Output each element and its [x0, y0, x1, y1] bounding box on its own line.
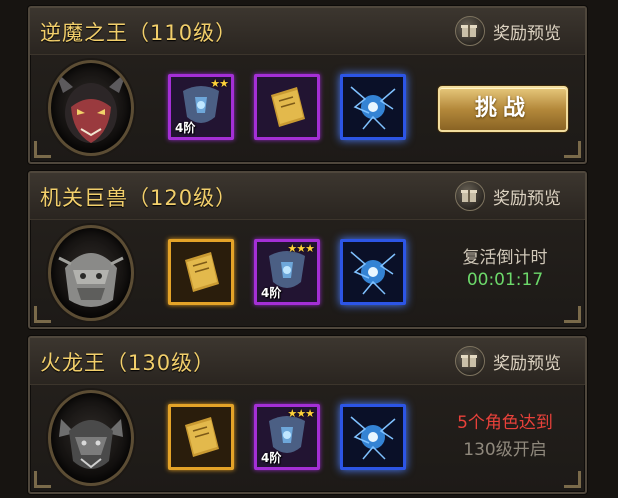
gift-box-icon	[455, 181, 485, 211]
reward-preview-label: 奖励预览	[493, 188, 561, 209]
boss-panel-fire-dragon-king: 火龙王（130级） 奖励预览 ★★★ 4阶 5个角色达到 130级开启	[28, 336, 587, 494]
boss-list: 逆魔之王（110级） 奖励预览 ★★ 4阶 挑战 机关巨兽（120级） 奖励预览…	[0, 0, 618, 498]
star-rating: ★★★	[287, 242, 315, 255]
tier-label: 4阶	[261, 286, 282, 300]
star-rating: ★★★	[287, 407, 315, 420]
reward-slot-energy-orb[interactable]	[340, 404, 406, 470]
boss-title: 逆魔之王（110级）	[40, 21, 238, 45]
reward-preview-label: 奖励预览	[493, 353, 561, 374]
reward-slot-armor[interactable]: ★★★ 4阶	[254, 404, 320, 470]
corner-ornament	[564, 471, 581, 488]
reward-preview-button[interactable]: 奖励预览	[455, 180, 561, 212]
corner-ornament	[34, 141, 51, 158]
reward-slot-energy-orb[interactable]	[340, 239, 406, 305]
unlock-requirement-line2: 130级开启	[463, 440, 547, 460]
respawn-countdown-label: 复活倒计时	[462, 248, 548, 268]
mechanical-beast-portrait[interactable]	[48, 225, 134, 321]
corner-ornament	[34, 306, 51, 323]
reward-slot-armor[interactable]: ★★ 4阶	[168, 74, 234, 140]
panel-header: 逆魔之王（110级） 奖励预览	[30, 8, 585, 55]
challenge-button[interactable]: 挑战	[438, 86, 568, 132]
unlock-requirement-line1: 5个角色达到	[457, 413, 553, 433]
reward-slot-energy-orb[interactable]	[340, 74, 406, 140]
respawn-countdown-timer: 00:01:17	[466, 270, 544, 290]
tier-label: 4阶	[261, 451, 282, 465]
demon-king-portrait[interactable]	[48, 60, 134, 156]
reward-slot-book[interactable]	[168, 404, 234, 470]
boss-title: 火龙王（130级）	[40, 351, 216, 375]
boss-panel-demon-king: 逆魔之王（110级） 奖励预览 ★★ 4阶 挑战	[28, 6, 587, 164]
reward-slot-book[interactable]	[168, 239, 234, 305]
gift-box-icon	[455, 16, 485, 46]
star-rating: ★★	[210, 77, 229, 90]
boss-title: 机关巨兽（120级）	[40, 186, 238, 210]
tier-label: 4阶	[175, 121, 196, 135]
reward-preview-button[interactable]: 奖励预览	[455, 345, 561, 377]
reward-preview-label: 奖励预览	[493, 23, 561, 44]
reward-slot-book[interactable]	[254, 74, 320, 140]
corner-ornament	[34, 471, 51, 488]
corner-ornament	[564, 141, 581, 158]
gift-box-icon	[455, 346, 485, 376]
corner-ornament	[564, 306, 581, 323]
panel-header: 火龙王（130级） 奖励预览	[30, 338, 585, 385]
boss-panel-mechanical-beast: 机关巨兽（120级） 奖励预览 ★★★ 4阶 复活倒计时 00:01:17	[28, 171, 587, 329]
reward-slot-armor[interactable]: ★★★ 4阶	[254, 239, 320, 305]
panel-header: 机关巨兽（120级） 奖励预览	[30, 173, 585, 220]
fire-dragon-king-portrait[interactable]	[48, 390, 134, 486]
reward-preview-button[interactable]: 奖励预览	[455, 15, 561, 47]
